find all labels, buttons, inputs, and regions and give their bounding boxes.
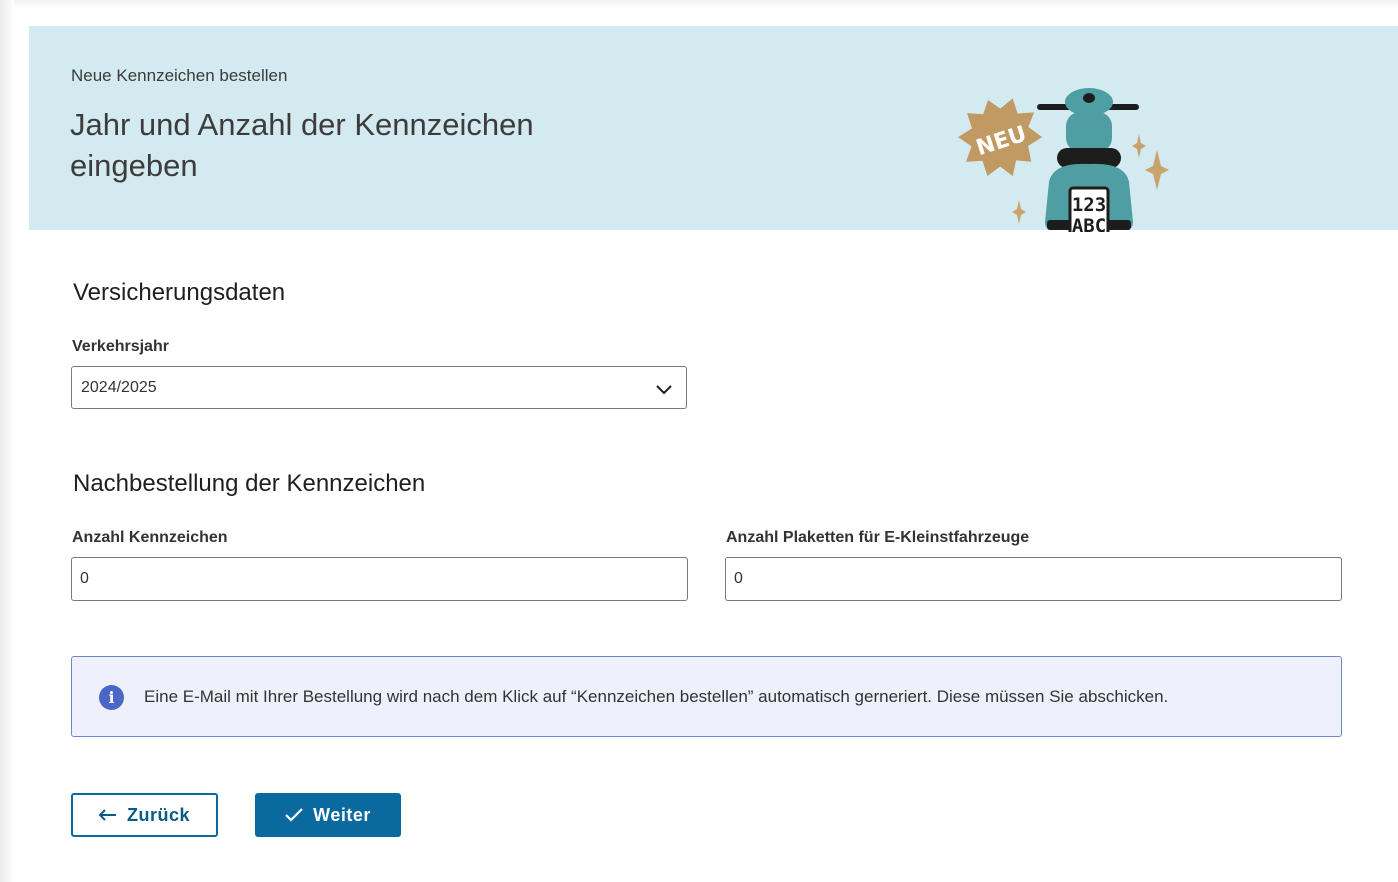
page-eyebrow: Neue Kennzeichen bestellen xyxy=(71,66,288,85)
scooter-illustration: NEU 123 ABC xyxy=(958,88,1169,232)
checkmark-icon xyxy=(285,808,303,822)
year-select-value: 2024/2025 xyxy=(81,379,157,396)
sparkle-icon xyxy=(1012,200,1026,224)
section-title-reorder: Nachbestellung der Kennzeichen xyxy=(73,470,426,497)
svg-text:123: 123 xyxy=(1072,194,1106,216)
stickers-count-label: Anzahl Plaketten für E-Kleinstfahrzeuge xyxy=(726,529,1030,546)
chevron-down-icon xyxy=(656,385,672,395)
next-button[interactable]: Weiter xyxy=(255,793,401,837)
next-button-label: Weiter xyxy=(313,804,371,825)
sparkle-icon xyxy=(1145,150,1169,190)
back-button-label: Zurück xyxy=(126,804,190,825)
window-edge xyxy=(0,0,14,882)
svg-text:ABC: ABC xyxy=(1072,215,1106,232)
page-header-banner: Neue Kennzeichen bestellen Jahr und Anza… xyxy=(29,26,1398,232)
sparkle-icon xyxy=(1132,134,1146,158)
section-title-insurance: Versicherungsdaten xyxy=(73,279,286,306)
back-button[interactable]: Zurück xyxy=(71,793,218,837)
page-title: Jahr und Anzahl der Kennzeichen eingeben xyxy=(70,107,534,183)
year-label: Verkehrsjahr xyxy=(72,338,169,355)
stickers-count-input[interactable] xyxy=(725,557,1342,601)
info-icon: i xyxy=(99,685,124,710)
info-message-text: Eine E-Mail mit Ihrer Bestellung wird na… xyxy=(144,687,1169,706)
info-message: i Eine E-Mail mit Ihrer Bestellung wird … xyxy=(71,656,1342,737)
plates-count-label: Anzahl Kennzeichen xyxy=(72,529,228,546)
plates-count-input[interactable] xyxy=(71,557,688,601)
window-top-edge xyxy=(14,0,1398,8)
arrow-left-icon xyxy=(98,809,116,821)
year-select[interactable]: 2024/2025 xyxy=(71,366,687,409)
